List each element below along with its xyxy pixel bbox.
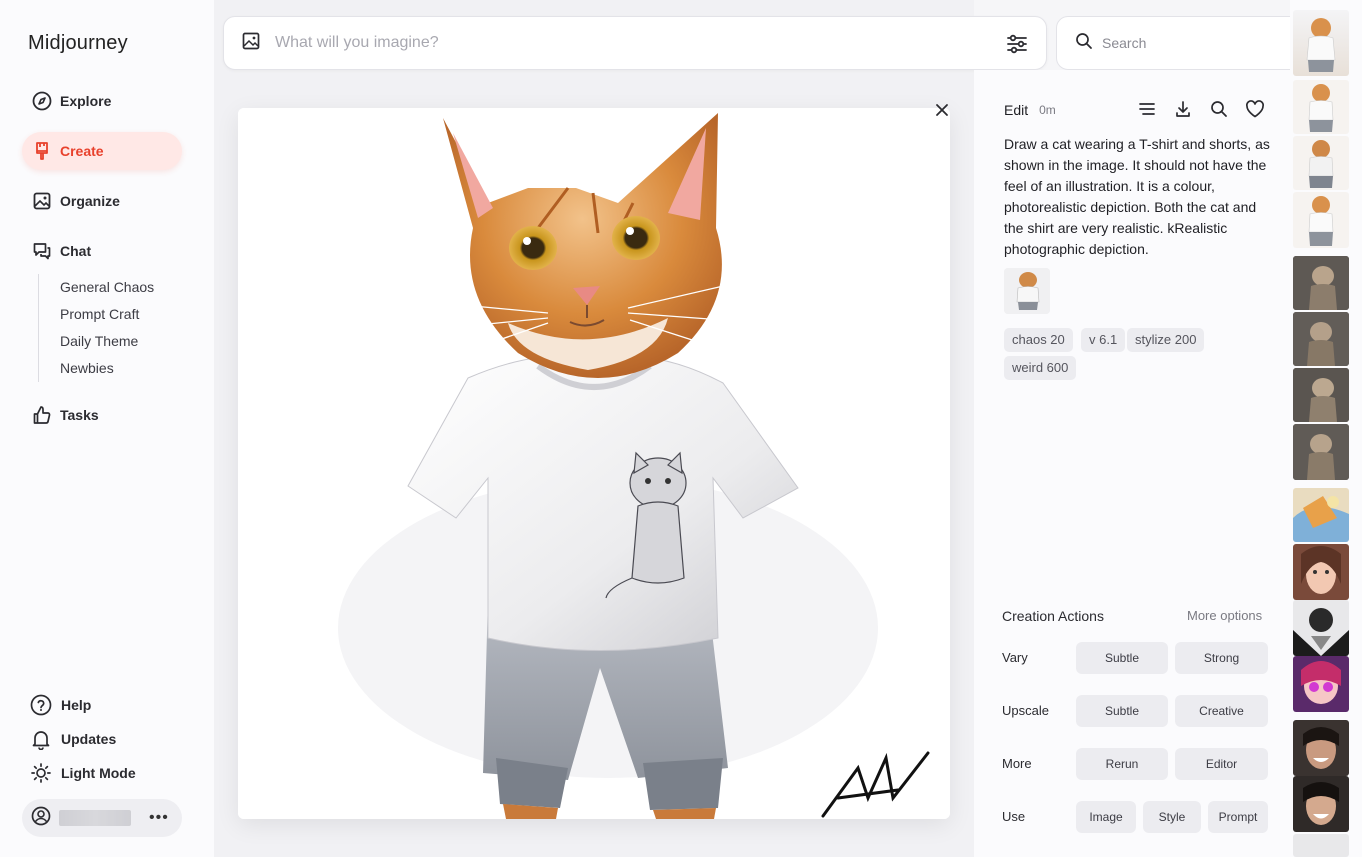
cat-in-tshirt-image: [238, 108, 950, 819]
history-thumbnail-strip: [1290, 0, 1362, 857]
chat-channel-list: General Chaos Prompt Craft Daily Theme N…: [38, 274, 154, 382]
image-icon: [31, 190, 53, 212]
param-tag-stylize[interactable]: stylize 200: [1127, 328, 1205, 352]
vary-strong-button[interactable]: Strong: [1175, 642, 1268, 674]
nav-help[interactable]: Help: [30, 694, 91, 716]
chat-channel-newbies[interactable]: Newbies: [60, 355, 154, 382]
editor-button[interactable]: Editor: [1175, 748, 1268, 780]
history-thumbnail[interactable]: [1293, 10, 1349, 76]
close-icon[interactable]: [930, 98, 954, 122]
generated-image[interactable]: [238, 108, 950, 819]
timestamp: 0m: [1039, 103, 1056, 117]
nav-organize-label: Organize: [60, 193, 120, 209]
use-style-button[interactable]: Style: [1143, 801, 1201, 833]
nav-create-label: Create: [60, 143, 104, 159]
upscale-label: Upscale: [1002, 703, 1049, 718]
history-thumbnail[interactable]: [1293, 136, 1349, 190]
nav-create[interactable]: Create: [22, 132, 182, 170]
vary-label: Vary: [1002, 650, 1028, 665]
history-thumbnail[interactable]: [1293, 368, 1349, 422]
history-thumbnail[interactable]: [1293, 256, 1349, 310]
help-circle-icon: [30, 694, 52, 716]
nav-tasks-label: Tasks: [60, 407, 99, 423]
nav-light-mode[interactable]: Light Mode: [30, 762, 136, 784]
nav-updates-label: Updates: [61, 731, 117, 747]
search-similar-icon[interactable]: [1208, 98, 1230, 120]
detail-toolbar: [1136, 98, 1266, 120]
compass-icon: [31, 90, 53, 112]
nav-chat[interactable]: Chat: [22, 232, 182, 270]
lines-icon[interactable]: [1136, 98, 1158, 120]
search-input[interactable]: [1102, 35, 1302, 51]
creation-actions-title: Creation Actions: [1002, 608, 1104, 624]
user-more-button[interactable]: •••: [149, 809, 169, 827]
edit-button[interactable]: Edit: [1004, 102, 1028, 118]
nav-help-label: Help: [61, 697, 92, 713]
avatar-icon: [31, 806, 51, 831]
sun-icon: [30, 762, 52, 784]
detail-header: Edit 0m: [1004, 98, 1264, 122]
download-icon[interactable]: [1172, 98, 1194, 120]
vary-subtle-button[interactable]: Subtle: [1076, 642, 1168, 674]
nav-tasks[interactable]: Tasks: [22, 396, 182, 434]
app-logo-title[interactable]: Midjourney: [28, 32, 128, 55]
nav-explore-label: Explore: [60, 93, 112, 109]
imagine-input[interactable]: [275, 34, 975, 52]
more-label: More: [1002, 756, 1032, 771]
use-prompt-button[interactable]: Prompt: [1208, 801, 1268, 833]
chat-channel-prompt-craft[interactable]: Prompt Craft: [60, 301, 154, 328]
use-image-button[interactable]: Image: [1076, 801, 1136, 833]
history-thumbnail[interactable]: [1293, 776, 1349, 832]
history-thumbnail[interactable]: [1293, 312, 1349, 366]
prompt-text[interactable]: Draw a cat wearing a T-shirt and shorts,…: [1004, 134, 1274, 260]
brush-icon: [31, 140, 53, 162]
nav-chat-label: Chat: [60, 243, 92, 259]
history-thumbnail[interactable]: [1293, 834, 1349, 857]
history-thumbnail[interactable]: [1293, 656, 1349, 712]
username-redacted: [59, 810, 131, 826]
nav-light-mode-label: Light Mode: [61, 765, 136, 781]
chat-icon: [31, 240, 53, 262]
nav-updates[interactable]: Updates: [30, 728, 116, 750]
history-thumbnail[interactable]: [1293, 544, 1349, 600]
history-thumbnail[interactable]: [1293, 80, 1349, 134]
nav-organize[interactable]: Organize: [22, 182, 182, 220]
image-upload-icon[interactable]: [241, 31, 261, 56]
chat-channel-daily-theme[interactable]: Daily Theme: [60, 328, 154, 355]
reference-image-thumbnail[interactable]: [1004, 268, 1050, 314]
history-thumbnail[interactable]: [1293, 720, 1349, 776]
history-thumbnail[interactable]: [1293, 424, 1349, 480]
bell-icon: [30, 728, 52, 750]
heart-icon[interactable]: [1244, 98, 1266, 120]
history-thumbnail[interactable]: [1293, 600, 1349, 656]
imagine-bar: [223, 16, 1047, 70]
thumbs-up-icon: [31, 404, 53, 426]
history-thumbnail[interactable]: [1293, 192, 1349, 248]
more-options-link[interactable]: More options: [1187, 608, 1262, 623]
chat-channel-general-chaos[interactable]: General Chaos: [60, 274, 154, 301]
param-tag-version[interactable]: v 6.1: [1081, 328, 1126, 352]
nav-explore[interactable]: Explore: [22, 82, 182, 120]
search-bar: [1056, 16, 1315, 70]
rerun-button[interactable]: Rerun: [1076, 748, 1168, 780]
upscale-subtle-button[interactable]: Subtle: [1076, 695, 1168, 727]
user-account-pill[interactable]: •••: [22, 799, 182, 837]
param-tag-weird[interactable]: weird 600: [1004, 356, 1077, 380]
search-icon: [1075, 32, 1093, 55]
param-tag-chaos[interactable]: chaos 20: [1004, 328, 1073, 352]
settings-sliders-icon[interactable]: [1004, 31, 1030, 57]
upscale-creative-button[interactable]: Creative: [1175, 695, 1268, 727]
history-thumbnail[interactable]: [1293, 488, 1349, 542]
use-label: Use: [1002, 809, 1026, 824]
sidebar: Midjourney Explore Create Organize Chat …: [0, 0, 214, 857]
